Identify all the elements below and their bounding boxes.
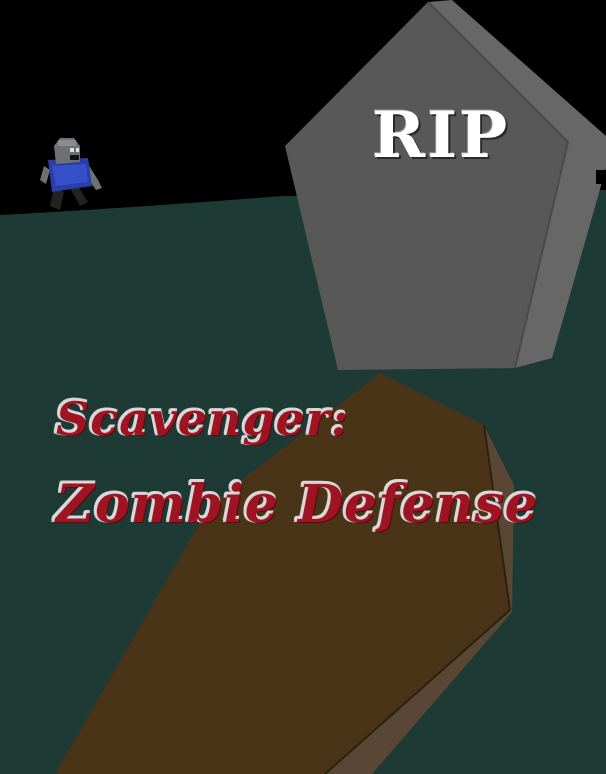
tombstone-text: RIP <box>372 98 510 173</box>
tombstone-crack <box>596 170 606 184</box>
title-scene <box>0 0 606 774</box>
game-title-line2: Zombie Defense <box>56 474 539 535</box>
game-title-line1: Scavenger: <box>56 392 350 446</box>
